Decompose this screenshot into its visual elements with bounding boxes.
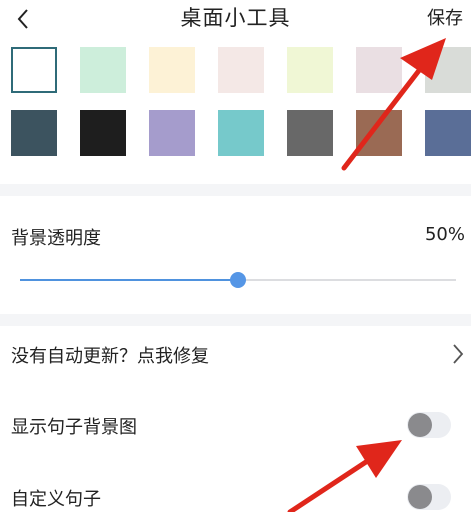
color-swatch[interactable]: [356, 110, 402, 156]
show-bg-toggle[interactable]: [407, 412, 451, 438]
custom-sentence-label: 自定义句子: [11, 489, 101, 510]
swatch-row-1: [11, 47, 471, 93]
slider-thumb[interactable]: [230, 272, 246, 288]
show-bg-label: 显示句子背景图: [11, 417, 137, 438]
color-swatch[interactable]: [425, 47, 471, 93]
color-swatch[interactable]: [287, 110, 333, 156]
save-button[interactable]: 保存: [427, 4, 463, 30]
header-bar: 桌面小工具 保存: [0, 0, 471, 38]
color-swatch[interactable]: [425, 110, 471, 156]
color-swatch[interactable]: [11, 110, 57, 156]
slider-fill: [20, 279, 238, 281]
color-swatch[interactable]: [218, 110, 264, 156]
repair-row[interactable]: 没有自动更新？点我修复: [0, 332, 471, 376]
custom-sentence-row: 自定义句子: [0, 474, 471, 512]
color-swatch[interactable]: [80, 47, 126, 93]
toggle-knob: [408, 485, 432, 509]
color-swatch[interactable]: [218, 47, 264, 93]
opacity-label: 背景透明度: [11, 228, 101, 249]
page-title: 桌面小工具: [180, 6, 291, 30]
section-divider: [0, 314, 471, 326]
custom-sentence-toggle[interactable]: [407, 484, 451, 510]
color-swatch-grid: [11, 47, 471, 173]
color-swatch[interactable]: [149, 110, 195, 156]
toggle-knob: [408, 413, 432, 437]
color-swatch[interactable]: [11, 47, 57, 93]
color-swatch[interactable]: [80, 110, 126, 156]
color-swatch[interactable]: [149, 47, 195, 93]
show-bg-row: 显示句子背景图: [0, 402, 471, 446]
color-swatch[interactable]: [287, 47, 333, 93]
color-swatch[interactable]: [356, 47, 402, 93]
opacity-value: 50%: [424, 224, 465, 245]
swatch-row-2: [11, 110, 471, 156]
repair-label: 没有自动更新？点我修复: [11, 346, 209, 367]
chevron-right-icon: [453, 344, 464, 364]
opacity-slider[interactable]: [20, 270, 456, 290]
section-divider: [0, 184, 471, 196]
